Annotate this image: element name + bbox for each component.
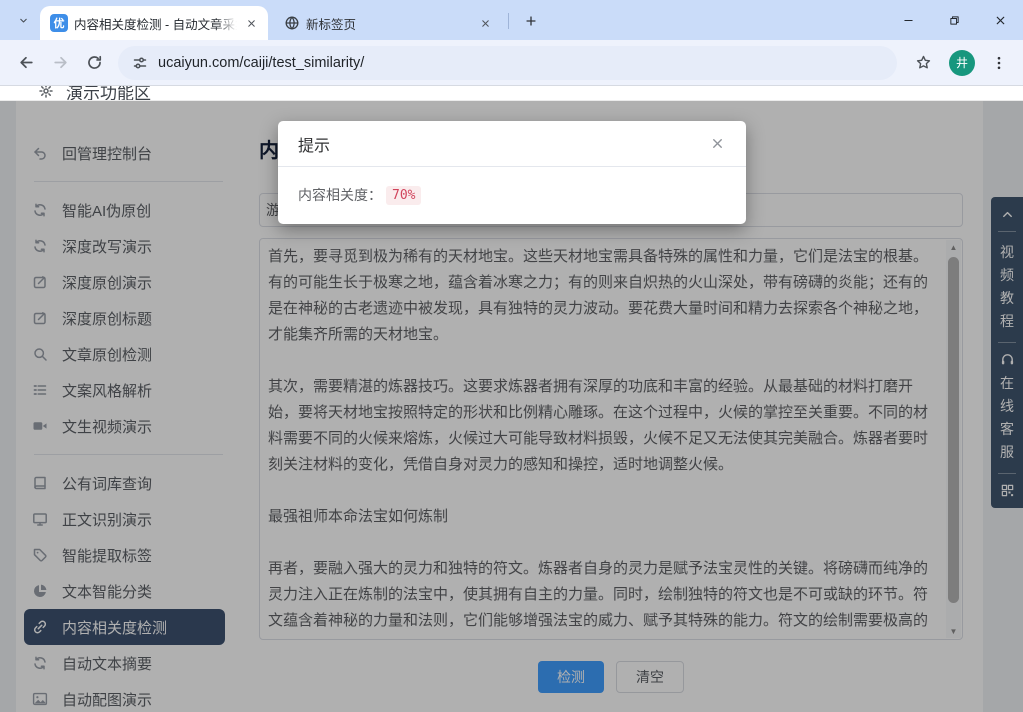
- dialog-header: 提示: [278, 121, 746, 167]
- relevance-label: 内容相关度：: [298, 185, 382, 205]
- dialog-title: 提示: [298, 132, 330, 156]
- site-settings-icon[interactable]: [132, 55, 148, 71]
- reload-button[interactable]: [78, 47, 110, 79]
- bookmark-star-button[interactable]: [907, 47, 939, 79]
- tab-title: 内容相关度检测 - 自动文章采集: [74, 14, 237, 33]
- restore-button[interactable]: [931, 0, 977, 40]
- window-close-button[interactable]: [977, 0, 1023, 40]
- star-icon: [915, 54, 932, 71]
- close-icon: [994, 14, 1007, 27]
- back-icon: [18, 54, 35, 71]
- minimize-icon: [902, 14, 915, 27]
- close-icon: [710, 136, 725, 151]
- page-header: 演示功能区: [0, 86, 1023, 101]
- tab-search-button[interactable]: [10, 7, 36, 33]
- url-text: ucaiyun.com/caiji/test_similarity/: [158, 55, 364, 71]
- gear-icon: [38, 86, 54, 99]
- relevance-value-badge: 70%: [386, 186, 421, 205]
- plus-icon: [524, 14, 538, 28]
- dots-vertical-icon: [991, 55, 1007, 71]
- site-favicon: 优: [50, 14, 68, 32]
- tab-title: 新标签页: [306, 14, 471, 33]
- profile-avatar[interactable]: 井: [949, 50, 975, 76]
- new-tab-button[interactable]: [518, 8, 544, 34]
- dialog-close-button[interactable]: [708, 135, 726, 153]
- minimize-button[interactable]: [885, 0, 931, 40]
- close-icon: [246, 18, 257, 29]
- close-icon: [480, 18, 491, 29]
- chevron-down-icon: [18, 15, 29, 26]
- back-button[interactable]: [10, 47, 42, 79]
- browser-menu-button[interactable]: [985, 49, 1013, 77]
- globe-icon: [284, 15, 300, 31]
- browser-tab-active[interactable]: 优 内容相关度检测 - 自动文章采集: [40, 6, 268, 40]
- tab-separator: [508, 13, 509, 29]
- address-bar[interactable]: ucaiyun.com/caiji/test_similarity/: [118, 46, 897, 80]
- restore-icon: [948, 14, 961, 27]
- message-dialog: 提示 内容相关度： 70%: [278, 121, 746, 224]
- reload-icon: [86, 54, 103, 71]
- forward-icon: [52, 54, 69, 71]
- page-viewport: 演示功能区 回管理控制台智能AI伪原创深度改写演示深度原创演示深度原创标题文章原…: [0, 85, 1023, 712]
- browser-toolbar: ucaiyun.com/caiji/test_similarity/ 井: [0, 40, 1023, 85]
- browser-window: 优 内容相关度检测 - 自动文章采集 新标签页 ucaiyun.com/caij…: [0, 0, 1023, 712]
- tab-close-button[interactable]: [477, 15, 494, 32]
- tab-close-button[interactable]: [243, 15, 260, 32]
- page-header-title: 演示功能区: [66, 86, 151, 101]
- window-controls: [885, 0, 1023, 40]
- browser-titlebar: 优 内容相关度检测 - 自动文章采集 新标签页: [0, 0, 1023, 40]
- browser-tab-newtab[interactable]: 新标签页: [274, 6, 502, 40]
- dialog-body: 内容相关度： 70%: [278, 167, 746, 205]
- forward-button[interactable]: [44, 47, 76, 79]
